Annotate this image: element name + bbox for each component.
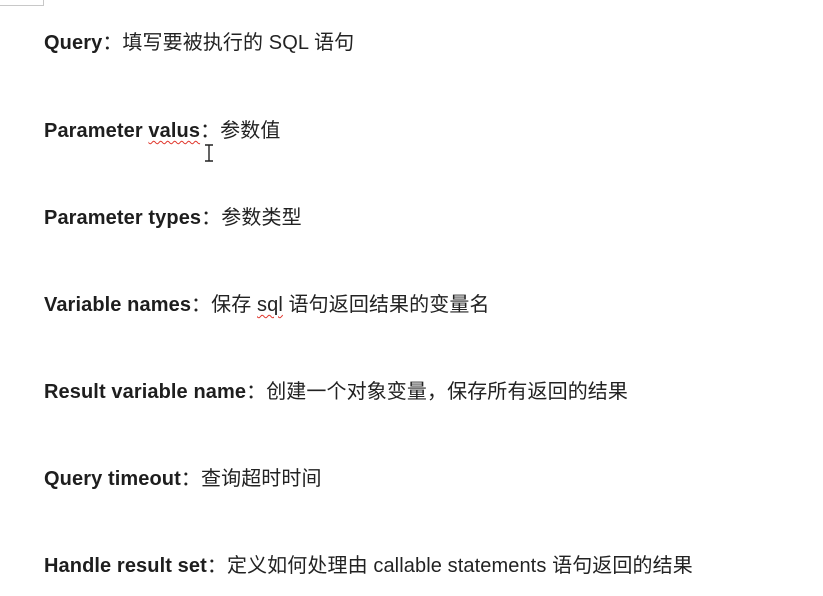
definition-query-timeout: Query timeout：查询超时时间 [44, 466, 322, 492]
desc-query: 填写要被执行的 SQL 语句 [122, 32, 355, 54]
separator: ： [206, 555, 227, 577]
separator: ： [201, 207, 222, 229]
term-parameter-values-flagged-word: valus [148, 120, 201, 142]
desc-parameter-values: 参数值 [220, 120, 281, 142]
definition-variable-names: Variable names：保存 sql 语句返回结果的变量名 [44, 292, 490, 318]
term-variable-names: Variable names [44, 294, 192, 316]
desc-variable-names-flagged-word: sql [257, 294, 283, 316]
definition-parameter-types: Parameter types：参数类型 [44, 205, 302, 231]
definition-parameter-values: Parameter valus：参数值 [44, 118, 280, 144]
separator: ： [191, 294, 212, 316]
desc-query-timeout: 查询超时时间 [201, 468, 322, 490]
desc-result-variable-name: 创建一个对象变量，保存所有返回的结果 [266, 381, 629, 403]
term-query-timeout: Query timeout [44, 468, 181, 490]
text-cursor-ibeam-icon [205, 144, 213, 162]
term-result-variable-name: Result variable name [44, 381, 247, 403]
term-parameter-values: Parameter [44, 120, 149, 142]
separator: ： [180, 468, 201, 490]
term-parameter-types: Parameter types [44, 207, 202, 229]
separator: ： [246, 381, 267, 403]
desc-variable-names: 语句返回结果的变量名 [282, 294, 490, 316]
definition-handle-result-set: Handle result set：定义如何处理由 callable state… [44, 553, 693, 579]
separator: ： [102, 32, 123, 54]
desc-parameter-types: 参数类型 [221, 207, 302, 229]
term-handle-result-set: Handle result set [44, 555, 207, 577]
definition-query: Query：填写要被执行的 SQL 语句 [44, 30, 354, 56]
definition-result-variable-name: Result variable name：创建一个对象变量，保存所有返回的结果 [44, 379, 628, 405]
separator: ： [200, 120, 221, 142]
desc-handle-result-set: 定义如何处理由 callable statements 语句返回的结果 [226, 555, 693, 577]
term-query: Query [44, 32, 103, 54]
page-corner-mark [0, 0, 44, 6]
desc-variable-names-prefix: 保存 [211, 294, 258, 316]
